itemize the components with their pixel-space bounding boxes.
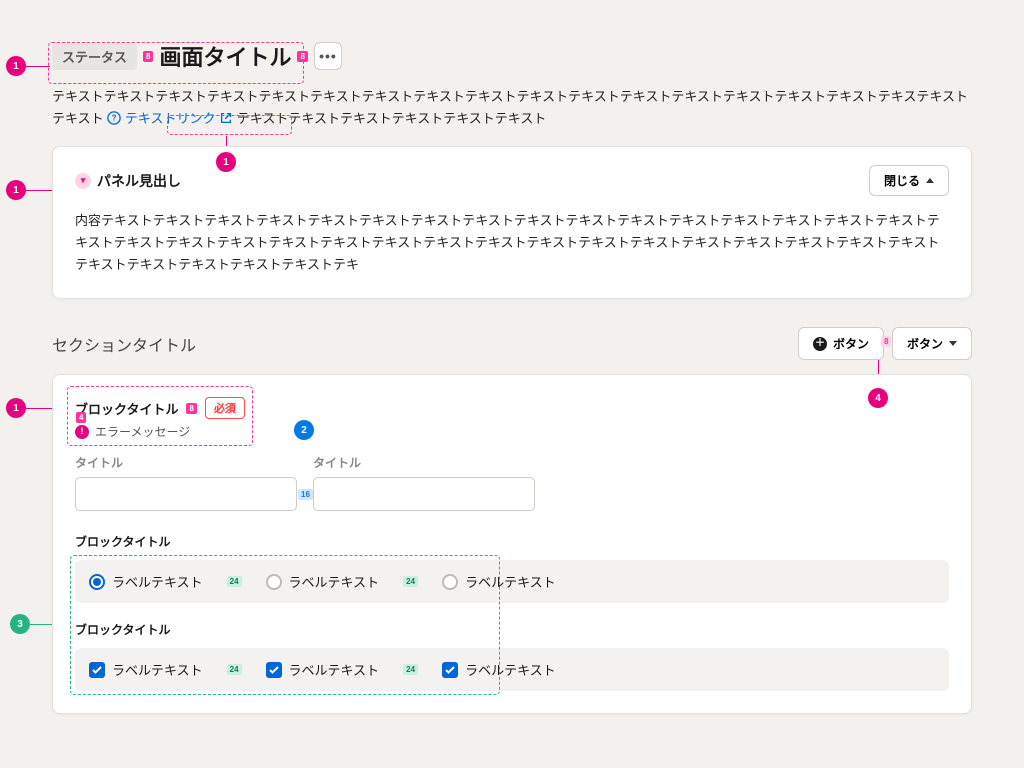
radio-option-1[interactable]: ラベルテキスト [89,572,203,591]
add-button[interactable]: ＋ ボタン [798,327,884,360]
anno-badge-4: 4 [868,388,888,408]
field-label: タイトル [75,454,297,471]
section-title: セクションタイトル [52,332,196,356]
page-title: 画面タイトル [159,40,291,72]
radio-option-2[interactable]: ラベルテキスト [266,572,380,591]
error-row: ! エラーメッセージ [75,423,949,440]
spacing-24: 24 [227,664,242,675]
section-card: ブロックタイトル 8 必須 4 ! エラーメッセージ タイトル 16 タイトル … [52,374,972,714]
spacing-8: 8 [297,51,307,62]
check-icon [89,662,105,678]
block-title: ブロックタイトル [75,399,178,418]
error-icon: ! [75,425,89,439]
spacing-8: 8 [881,336,891,347]
anno-badge-1d: 1 [6,398,26,418]
dropdown-button[interactable]: ボタン [892,327,972,360]
anno-badge-1b: 1 [216,152,236,172]
status-chip: ステータス [52,43,137,70]
panel-title: ▾ パネル見出し [75,171,181,191]
collapsible-panel: ▾ パネル見出し 閉じる 内容テキストテキストテキストテキストテキストテキストテ… [52,146,972,299]
radio-row: ラベルテキスト 24 ラベルテキスト 24 ラベルテキスト [75,560,949,603]
external-link-icon [219,111,233,125]
text-input-1[interactable] [75,477,297,511]
radio-option-3[interactable]: ラベルテキスト [442,572,556,591]
chevron-down-icon: ▾ [75,173,91,189]
panel-body: 内容テキストテキストテキストテキストテキストテキストテキストテキストテキストテキ… [75,210,949,276]
field-row: タイトル 16 タイトル [75,454,949,511]
checkbox-option-2[interactable]: ラベルテキスト [266,660,380,679]
check-icon [442,662,458,678]
spacing-16: 16 [298,489,313,500]
anno-badge-1a: 1 [6,56,26,76]
plus-icon: ＋ [813,337,827,351]
checkbox-option-1[interactable]: ラベルテキスト [89,660,203,679]
anno-badge-2: 2 [294,420,314,440]
checkbox-group: ブロックタイトル ラベルテキスト 24 ラベルテキスト 24 ラベルテキスト [75,621,949,691]
text-link[interactable]: テキストリンク [125,111,216,126]
svg-text:?: ? [112,114,117,123]
spacing-24: 24 [227,576,242,587]
caret-down-icon [949,341,957,346]
caret-up-icon [926,178,934,183]
text-input-2[interactable] [313,477,535,511]
spacing-4: 4 [76,412,86,423]
checkbox-option-3[interactable]: ラベルテキスト [442,660,556,679]
check-icon [266,662,282,678]
spacing-24: 24 [403,576,418,587]
checkbox-row: ラベルテキスト 24 ラベルテキスト 24 ラベルテキスト [75,648,949,691]
section-header: セクションタイトル ＋ ボタン 8 ボタン [52,327,972,360]
anno-badge-1c: 1 [6,180,26,200]
required-tag: 必須 [205,397,245,419]
block-title: ブロックタイトル [75,621,949,638]
block-title-row: ブロックタイトル 8 必須 [75,397,949,419]
ellipsis-icon: ••• [319,48,337,64]
panel-close-button[interactable]: 閉じる [869,165,949,196]
spacing-8: 8 [186,403,196,414]
field-label: タイトル [313,454,535,471]
spacing-24: 24 [403,664,418,675]
anno-line [26,66,50,67]
help-icon: ? [107,111,121,125]
block-title: ブロックタイトル [75,533,949,550]
error-message: エラーメッセージ [95,423,190,440]
spacing-8: 8 [143,51,153,62]
radio-group: ブロックタイトル ラベルテキスト 24 ラベルテキスト 24 ラベルテキスト [75,533,949,603]
kebab-menu-button[interactable]: ••• [314,42,342,70]
section-actions: ＋ ボタン 8 ボタン [798,327,972,360]
anno-badge-3: 3 [10,614,30,634]
description-text: テキストテキストテキストテキストテキストテキストテキストテキストテキストテキスト… [52,86,972,130]
page-header: ステータス 8 画面タイトル 8 ••• [52,40,972,72]
